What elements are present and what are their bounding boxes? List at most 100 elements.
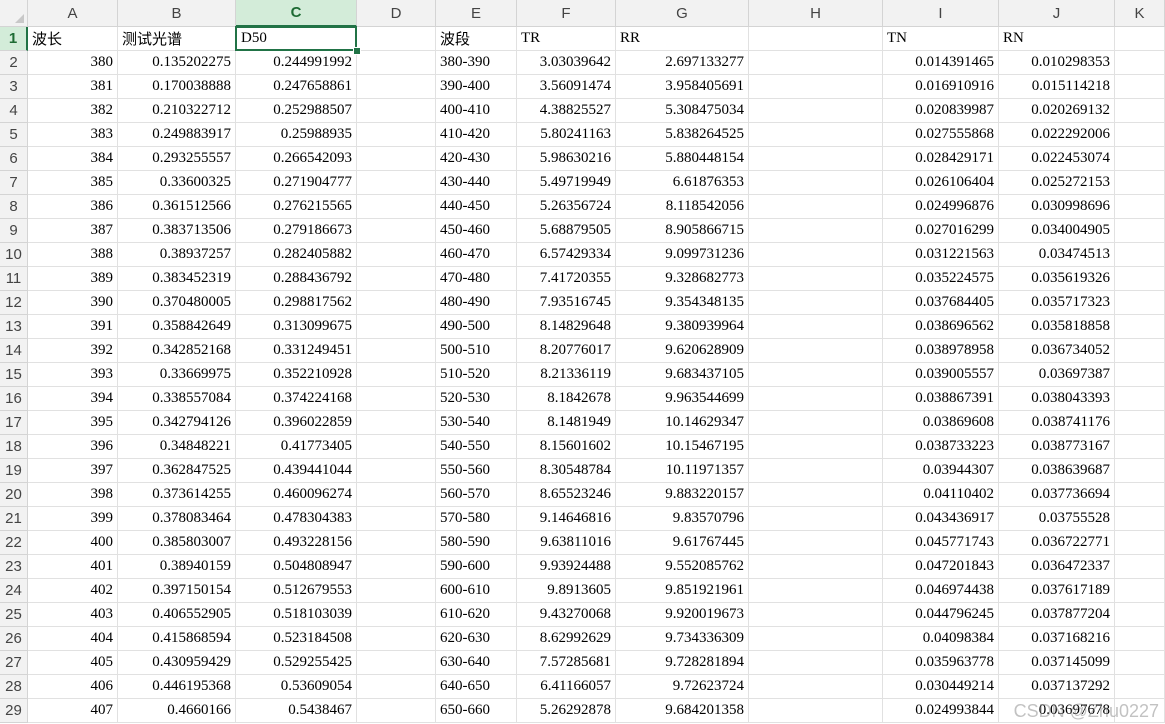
cell-b5[interactable]: 0.249883917	[118, 123, 236, 147]
cell-f19[interactable]: 8.30548784	[517, 459, 616, 483]
cell-d17[interactable]	[357, 411, 436, 435]
cell-b23[interactable]: 0.38940159	[118, 555, 236, 579]
cell-j4[interactable]: 0.020269132	[999, 99, 1115, 123]
cell-h9[interactable]	[749, 219, 883, 243]
cell-g23[interactable]: 9.552085762	[616, 555, 749, 579]
cell-e24[interactable]: 600-610	[436, 579, 517, 603]
cell-h29[interactable]	[749, 699, 883, 723]
cell-b10[interactable]: 0.38937257	[118, 243, 236, 267]
row-header-13[interactable]: 13	[0, 315, 28, 339]
cell-k12[interactable]	[1115, 291, 1165, 315]
column-header-f[interactable]: F	[517, 0, 616, 27]
row-header-16[interactable]: 16	[0, 387, 28, 411]
cell-b21[interactable]: 0.378083464	[118, 507, 236, 531]
cell-i29[interactable]: 0.024993844	[883, 699, 999, 723]
cell-g19[interactable]: 10.11971357	[616, 459, 749, 483]
row-header-2[interactable]: 2	[0, 51, 28, 75]
cell-a14[interactable]: 392	[28, 339, 118, 363]
row-header-28[interactable]: 28	[0, 675, 28, 699]
cell-h20[interactable]	[749, 483, 883, 507]
cell-f2[interactable]: 3.03039642	[517, 51, 616, 75]
cell-b12[interactable]: 0.370480005	[118, 291, 236, 315]
cell-f20[interactable]: 8.65523246	[517, 483, 616, 507]
cell-c1[interactable]: D50	[235, 26, 357, 51]
cell-h16[interactable]	[749, 387, 883, 411]
cell-g18[interactable]: 10.15467195	[616, 435, 749, 459]
cell-j15[interactable]: 0.03697387	[999, 363, 1115, 387]
cell-j16[interactable]: 0.038043393	[999, 387, 1115, 411]
cell-b24[interactable]: 0.397150154	[118, 579, 236, 603]
cell-i26[interactable]: 0.04098384	[883, 627, 999, 651]
cell-i3[interactable]: 0.016910916	[883, 75, 999, 99]
row-header-11[interactable]: 11	[0, 267, 28, 291]
cell-d12[interactable]	[357, 291, 436, 315]
cell-a20[interactable]: 398	[28, 483, 118, 507]
cell-c12[interactable]: 0.298817562	[236, 291, 357, 315]
cell-e5[interactable]: 410-420	[436, 123, 517, 147]
cell-d14[interactable]	[357, 339, 436, 363]
cell-f15[interactable]: 8.21336119	[517, 363, 616, 387]
cell-j12[interactable]: 0.035717323	[999, 291, 1115, 315]
cell-b1[interactable]: 测试光谱	[118, 27, 236, 51]
cell-i17[interactable]: 0.03869608	[883, 411, 999, 435]
cell-b26[interactable]: 0.415868594	[118, 627, 236, 651]
cell-a11[interactable]: 389	[28, 267, 118, 291]
cell-d26[interactable]	[357, 627, 436, 651]
cell-d18[interactable]	[357, 435, 436, 459]
cell-k11[interactable]	[1115, 267, 1165, 291]
cell-f7[interactable]: 5.49719949	[517, 171, 616, 195]
cell-b16[interactable]: 0.338557084	[118, 387, 236, 411]
cell-a25[interactable]: 403	[28, 603, 118, 627]
cell-g2[interactable]: 2.697133277	[616, 51, 749, 75]
cell-b7[interactable]: 0.33600325	[118, 171, 236, 195]
cell-e8[interactable]: 440-450	[436, 195, 517, 219]
cell-j25[interactable]: 0.037877204	[999, 603, 1115, 627]
cell-i15[interactable]: 0.039005557	[883, 363, 999, 387]
cell-c14[interactable]: 0.331249451	[236, 339, 357, 363]
cell-e2[interactable]: 380-390	[436, 51, 517, 75]
cell-a17[interactable]: 395	[28, 411, 118, 435]
cell-k3[interactable]	[1115, 75, 1165, 99]
cell-e29[interactable]: 650-660	[436, 699, 517, 723]
cell-b3[interactable]: 0.170038888	[118, 75, 236, 99]
cell-c11[interactable]: 0.288436792	[236, 267, 357, 291]
cell-i6[interactable]: 0.028429171	[883, 147, 999, 171]
cell-b18[interactable]: 0.34848221	[118, 435, 236, 459]
cell-k21[interactable]	[1115, 507, 1165, 531]
cell-j27[interactable]: 0.037145099	[999, 651, 1115, 675]
row-header-15[interactable]: 15	[0, 363, 28, 387]
cell-e15[interactable]: 510-520	[436, 363, 517, 387]
cell-f17[interactable]: 8.1481949	[517, 411, 616, 435]
cell-i16[interactable]: 0.038867391	[883, 387, 999, 411]
cell-i21[interactable]: 0.043436917	[883, 507, 999, 531]
cell-f12[interactable]: 7.93516745	[517, 291, 616, 315]
row-header-9[interactable]: 9	[0, 219, 28, 243]
cell-c18[interactable]: 0.41773405	[236, 435, 357, 459]
cell-c21[interactable]: 0.478304383	[236, 507, 357, 531]
cell-i19[interactable]: 0.03944307	[883, 459, 999, 483]
cell-c16[interactable]: 0.374224168	[236, 387, 357, 411]
cell-e3[interactable]: 390-400	[436, 75, 517, 99]
cell-d24[interactable]	[357, 579, 436, 603]
cell-d21[interactable]	[357, 507, 436, 531]
cell-j5[interactable]: 0.022292006	[999, 123, 1115, 147]
cell-h18[interactable]	[749, 435, 883, 459]
cell-b28[interactable]: 0.446195368	[118, 675, 236, 699]
cell-a8[interactable]: 386	[28, 195, 118, 219]
cell-g1[interactable]: RR	[616, 27, 749, 51]
cell-j28[interactable]: 0.037137292	[999, 675, 1115, 699]
cell-a9[interactable]: 387	[28, 219, 118, 243]
cell-f25[interactable]: 9.43270068	[517, 603, 616, 627]
cell-i18[interactable]: 0.038733223	[883, 435, 999, 459]
cell-a16[interactable]: 394	[28, 387, 118, 411]
row-header-7[interactable]: 7	[0, 171, 28, 195]
cell-e22[interactable]: 580-590	[436, 531, 517, 555]
cell-e23[interactable]: 590-600	[436, 555, 517, 579]
cell-j18[interactable]: 0.038773167	[999, 435, 1115, 459]
cell-k28[interactable]	[1115, 675, 1165, 699]
cell-e7[interactable]: 430-440	[436, 171, 517, 195]
cell-f1[interactable]: TR	[517, 27, 616, 51]
cell-e14[interactable]: 500-510	[436, 339, 517, 363]
cell-h4[interactable]	[749, 99, 883, 123]
row-header-26[interactable]: 26	[0, 627, 28, 651]
